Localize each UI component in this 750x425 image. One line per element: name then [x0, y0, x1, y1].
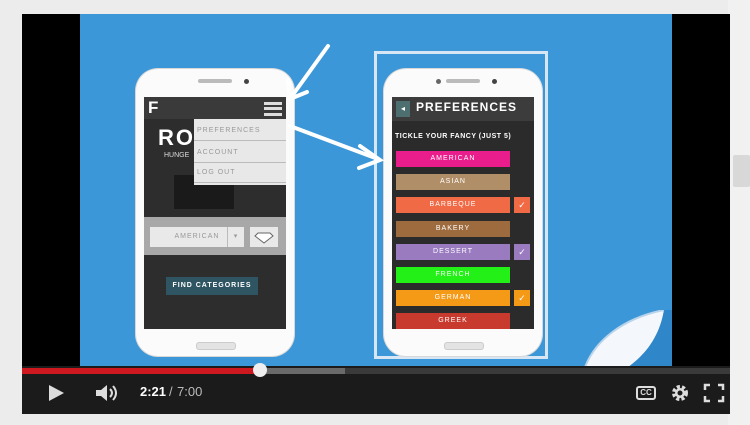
- app-logo: F: [148, 98, 159, 117]
- category-option: AMERICAN: [396, 151, 510, 167]
- play-icon[interactable]: [46, 383, 66, 403]
- chevron-down-icon: ▾: [227, 227, 244, 247]
- video-frame: F RO HUNGE PREFERENCES ACCOUNT LOG OUT A…: [80, 14, 672, 366]
- menu-dropdown: PREFERENCES ACCOUNT LOG OUT: [194, 119, 286, 185]
- time-separator: /: [169, 384, 173, 399]
- phone-camera: [244, 79, 249, 84]
- brand-title: RO: [158, 125, 195, 150]
- menu-item-account: ACCOUNT: [194, 143, 286, 163]
- truck-cab-icon: [218, 185, 234, 209]
- cuisine-select-value: AMERICAN: [174, 233, 220, 240]
- preferences-title: PREFERENCES: [416, 100, 518, 114]
- phone-home-button: [196, 342, 236, 350]
- played-bar: [22, 368, 260, 374]
- right-phone-screen: ◂ PREFERENCES TICKLE YOUR FANCY (JUST 5)…: [392, 97, 534, 329]
- gear-icon[interactable]: [670, 383, 690, 403]
- phone-home-button: [444, 342, 484, 350]
- arrow-icon: [286, 44, 330, 102]
- checkmark-icon: ✓: [514, 197, 530, 214]
- right-phone: ◂ PREFERENCES TICKLE YOUR FANCY (JUST 5)…: [384, 69, 542, 356]
- current-time: 2:21: [140, 384, 167, 399]
- brand-tagline: HUNGE: [164, 152, 190, 159]
- video-area[interactable]: F RO HUNGE PREFERENCES ACCOUNT LOG OUT A…: [22, 14, 730, 366]
- captions-label: CC: [640, 388, 652, 397]
- progress-bar[interactable]: [22, 363, 730, 377]
- video-player[interactable]: F RO HUNGE PREFERENCES ACCOUNT LOG OUT A…: [22, 14, 730, 414]
- arrow-icon: [288, 124, 385, 170]
- phone-camera-dot: [436, 79, 441, 84]
- find-categories-button: FIND CATEGORIES: [166, 277, 258, 295]
- captions-button[interactable]: CC: [636, 386, 656, 400]
- page-curl: [584, 310, 672, 366]
- preferences-subtitle: TICKLE YOUR FANCY (JUST 5): [395, 133, 512, 140]
- checkmark-icon: ✓: [514, 243, 530, 260]
- duration: 7:00: [177, 384, 203, 399]
- diamond-button: [250, 227, 278, 247]
- sidebar-card: [733, 155, 750, 187]
- menu-item-preferences: PREFERENCES: [194, 121, 286, 141]
- category-option: GREEK: [396, 313, 510, 329]
- phone-speaker: [198, 79, 232, 83]
- phone-speaker: [446, 79, 480, 83]
- diamond-icon: [254, 232, 274, 244]
- checkmark-icon: ✓: [514, 290, 530, 307]
- category-option: ASIAN: [396, 174, 510, 191]
- back-icon: ◂: [396, 101, 410, 117]
- scrubber-handle[interactable]: [252, 363, 267, 377]
- category-option: GERMAN: [396, 290, 510, 307]
- category-option: BAKERY: [396, 220, 510, 237]
- fullscreen-icon[interactable]: [703, 383, 725, 403]
- category-option: DESSERT: [396, 243, 510, 260]
- left-phone-screen: F RO HUNGE PREFERENCES ACCOUNT LOG OUT A…: [144, 97, 286, 329]
- menu-item-logout: LOG OUT: [194, 163, 286, 183]
- cuisine-select: AMERICAN ▾: [150, 227, 244, 247]
- left-phone: F RO HUNGE PREFERENCES ACCOUNT LOG OUT A…: [136, 69, 294, 356]
- category-option: BARBEQUE: [396, 197, 510, 214]
- category-option: FRENCH: [396, 267, 510, 283]
- volume-icon[interactable]: [94, 383, 120, 403]
- phone-camera: [492, 79, 497, 84]
- sidebar-strip: [728, 0, 750, 425]
